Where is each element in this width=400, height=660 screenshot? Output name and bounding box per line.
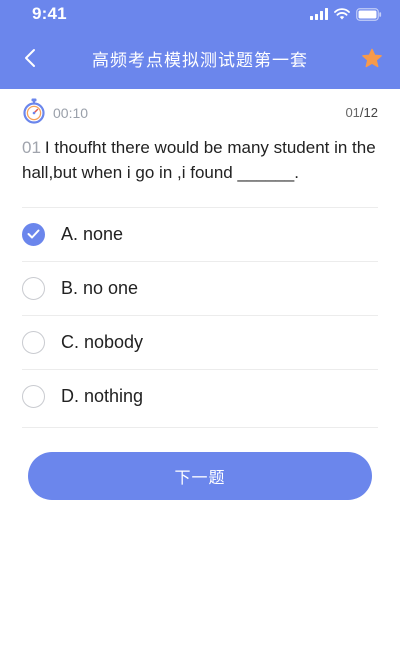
checkmark-icon bbox=[27, 229, 40, 239]
option-c[interactable]: C. nobody bbox=[22, 315, 378, 369]
question-progress: 01/12 bbox=[345, 105, 378, 120]
progress-current: 01 bbox=[345, 105, 360, 120]
divider bbox=[22, 427, 378, 428]
timer-row: 00:10 01/12 bbox=[22, 98, 378, 126]
option-d-radio[interactable] bbox=[22, 384, 45, 408]
stopwatch-icon bbox=[23, 98, 45, 124]
battery-icon bbox=[356, 7, 382, 21]
option-d[interactable]: D. nothing bbox=[22, 369, 378, 423]
back-button[interactable] bbox=[18, 44, 42, 72]
option-a-radio[interactable] bbox=[22, 222, 45, 246]
wifi-icon bbox=[334, 8, 350, 20]
status-time: 9:41 bbox=[32, 4, 67, 23]
status-bar: 9:41 bbox=[0, 0, 400, 28]
signal-icon bbox=[310, 8, 328, 20]
option-c-radio[interactable] bbox=[22, 330, 45, 354]
question-text: I thoufht there would be many student in… bbox=[22, 138, 376, 182]
page-title: 高频考点模拟测试题第一套 bbox=[92, 51, 308, 70]
elapsed-time: 00:10 bbox=[53, 105, 89, 121]
question-number: 01 bbox=[22, 138, 41, 157]
option-c-label: C. nobody bbox=[61, 331, 144, 352]
option-b[interactable]: B. no one bbox=[22, 261, 378, 315]
chevron-left-icon bbox=[25, 49, 35, 67]
option-d-label: D. nothing bbox=[61, 385, 144, 406]
option-b-radio[interactable] bbox=[22, 276, 45, 300]
option-b-label: B. no one bbox=[61, 277, 139, 298]
star-icon bbox=[362, 48, 382, 67]
status-icons bbox=[310, 6, 382, 22]
option-a-label: A. none bbox=[61, 223, 124, 244]
header-bar: 9:41 高频考点模拟测试题第一套 bbox=[0, 0, 400, 89]
option-a[interactable]: A. none bbox=[22, 207, 378, 261]
next-question-button[interactable]: 下一题 bbox=[28, 452, 372, 500]
nav-bar: 高频考点模拟测试题第一套 bbox=[0, 38, 400, 78]
progress-total: /12 bbox=[359, 105, 378, 120]
question-text-block: 01 I thoufht there would be many student … bbox=[22, 135, 378, 185]
favorite-button[interactable] bbox=[358, 44, 386, 72]
